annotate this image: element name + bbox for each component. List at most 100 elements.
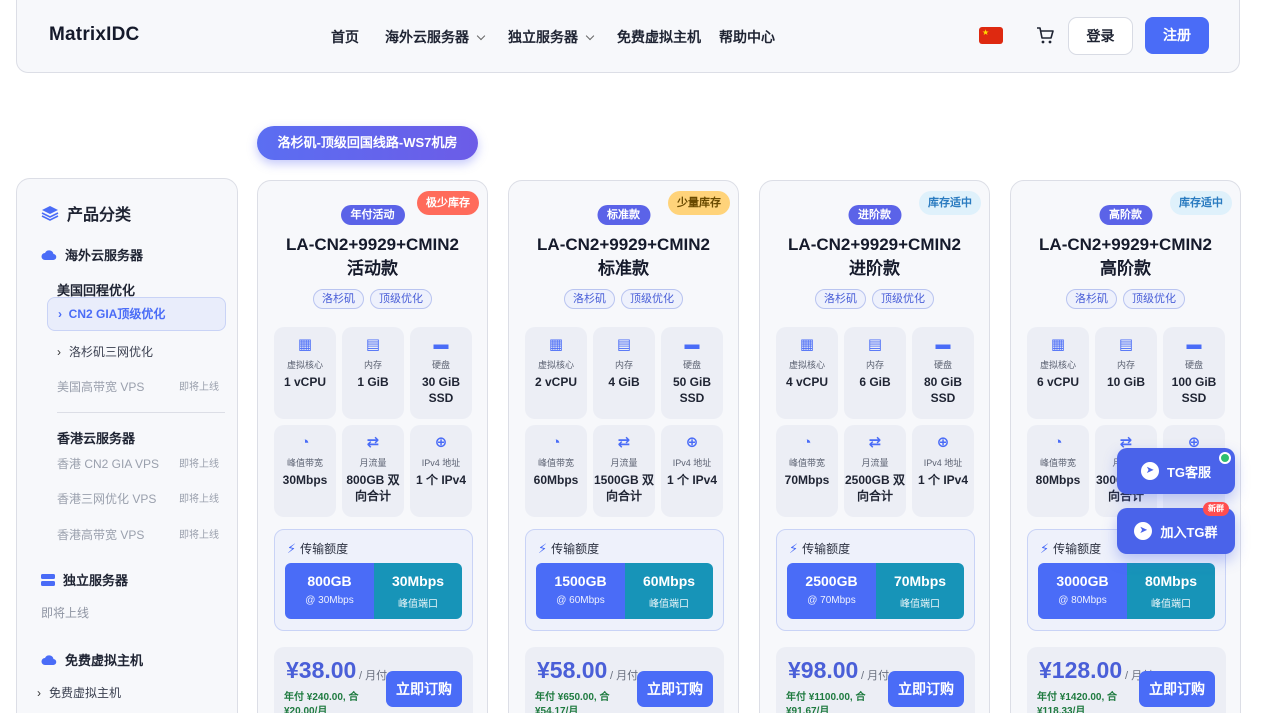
spec-value: 1 个 IPv4 [415, 473, 467, 487]
nav-overseas-cloud[interactable]: 海外云服务器 [385, 27, 486, 47]
dedicated-coming-soon: 即将上线 [41, 606, 90, 620]
spec-label: 峰值带宽 [286, 458, 323, 468]
quota-traffic: 3000GB @ 80Mbps [1038, 563, 1127, 619]
quota-title: ⚡ 传输额度 [287, 540, 348, 557]
order-now-button[interactable]: 立即订购 [637, 671, 713, 707]
register-button[interactable]: 注册 [1145, 17, 1209, 54]
spec-tile: ▤ 内存 4 GiB [593, 327, 655, 419]
quota-traffic: 2500GB @ 70Mbps [787, 563, 876, 619]
plan-name-line1: LA-CN2+9929+CMIN2 [537, 235, 710, 254]
spec-grid: ▦ 虚拟核心 2 vCPU ▤ 内存 4 GiB ▬ 硬盘 50 GiB SSD… [525, 327, 724, 517]
globe-icon: ⊕ [685, 434, 699, 451]
nav-help[interactable]: 帮助中心 [719, 27, 775, 47]
product-card: 高阶款 库存适中 LA-CN2+9929+CMIN2 高阶款 洛杉矶 顶级优化 … [1010, 180, 1241, 713]
sidebar-item-hk-3net: 香港三网优化 VPS 即将上线 [57, 490, 219, 507]
spec-tile: ▬ 硬盘 50 GiB SSD [661, 327, 723, 419]
spec-label: 虚拟核心 [537, 360, 574, 370]
monthly-price: ¥58.00 [537, 657, 608, 683]
spec-tile: ▤ 内存 6 GiB [844, 327, 906, 419]
chip-optimization: 顶级优化 [621, 289, 683, 309]
spec-value: 50 GiB SSD [672, 375, 711, 405]
layers-icon [41, 206, 59, 221]
spec-value: 30Mbps [282, 473, 328, 487]
spec-label: IPv4 地址 [672, 458, 712, 468]
spec-grid: ▦ 虚拟核心 1 vCPU ▤ 内存 1 GiB ▬ 硬盘 30 GiB SSD… [274, 327, 473, 517]
transfer-icon: ⇄ [868, 434, 882, 451]
chip-location: 洛杉矶 [815, 289, 866, 309]
quota-title: ⚡ 传输额度 [538, 540, 599, 557]
sidebar-cloud-label: 海外云服务器 [65, 248, 144, 263]
chevron-down-icon [585, 31, 595, 40]
telegram-icon: ➤ [1134, 522, 1153, 540]
price-box: ¥58.00 / 月付 年付 ¥650.00, 合 ¥54.17/月 立即订购 [525, 647, 724, 713]
chip-optimization: 顶级优化 [370, 289, 432, 309]
join-tg-group-button[interactable]: ➤ 加入TG群 新群 [1117, 502, 1235, 554]
sidebar-item-la-3net[interactable]: › 洛杉矶三网优化 [57, 343, 153, 360]
spec-value: 1 GiB [357, 375, 389, 389]
plan-tag: 高阶款 [1099, 205, 1152, 225]
spec-label: 内存 [614, 360, 633, 370]
spec-tile: ⊕ IPv4 地址 1 个 IPv4 [661, 425, 723, 517]
sidebar-dedicated-section[interactable]: 独立服务器 [41, 570, 128, 589]
sidebar-divider [57, 412, 225, 413]
spec-tile: ▬ 硬盘 80 GiB SSD [912, 327, 974, 419]
speedometer-icon: ◔ [802, 434, 812, 451]
spec-tile: ▦ 虚拟核心 6 vCPU [1027, 327, 1089, 419]
plan-name: LA-CN2+9929+CMIN2 进阶款 [760, 233, 989, 281]
chip-location: 洛杉矶 [1066, 289, 1117, 309]
location-tab[interactable]: 洛杉矶-顶级回国线路-WS7机房 [257, 126, 478, 160]
spec-value: 30 GiB SSD [421, 375, 460, 405]
chip-location: 洛杉矶 [564, 289, 615, 309]
disk-icon: ▬ [684, 336, 700, 353]
order-now-button[interactable]: 立即订购 [888, 671, 964, 707]
nav-dedicated[interactable]: 独立服务器 [508, 27, 595, 47]
nav-home-label: 首页 [331, 29, 359, 45]
order-now-button[interactable]: 立即订购 [1139, 671, 1215, 707]
price-box: ¥98.00 / 月付 年付 ¥1100.00, 合 ¥91.67/月 立即订购 [776, 647, 975, 713]
quota-title-label: 传输额度 [1053, 542, 1102, 556]
yearly-price: 年付 ¥1100.00, 合 ¥91.67/月 [786, 692, 866, 713]
quota-traffic-sub: @ 70Mbps [807, 595, 856, 606]
plan-name: LA-CN2+9929+CMIN2 标准款 [509, 233, 738, 281]
spec-value: 1500GB 双向合计 [593, 473, 655, 503]
sidebar-item-cn2-gia[interactable]: › CN2 GIA顶级优化 [47, 297, 226, 331]
quota-traffic-sub: @ 80Mbps [1058, 595, 1107, 606]
quota-traffic: 800GB @ 30Mbps [285, 563, 374, 619]
spec-value: 10 GiB [1106, 375, 1145, 389]
spec-tile: ▬ 硬盘 100 GiB SSD [1163, 327, 1225, 419]
quota-traffic-value: 3000GB [1056, 573, 1109, 589]
order-now-button[interactable]: 立即订购 [386, 671, 462, 707]
spec-tile: ▦ 虚拟核心 4 vCPU [776, 327, 838, 419]
nav-help-label: 帮助中心 [719, 29, 775, 45]
login-button[interactable]: 登录 [1068, 17, 1133, 55]
stock-badge: 少量库存 [668, 191, 730, 215]
lightning-icon: ⚡ [287, 540, 297, 556]
spec-label: IPv4 地址 [421, 458, 461, 468]
chevron-down-icon [476, 31, 486, 40]
sidebar-cloud-section[interactable]: 海外云服务器 [41, 245, 143, 264]
sidebar-item-free-hosting[interactable]: › 免费虚拟主机 [37, 684, 121, 701]
nav-home[interactable]: 首页 [331, 27, 359, 47]
plan-name-line2: 标准款 [598, 259, 649, 278]
sidebar-free-section[interactable]: 免费虚拟主机 [41, 650, 143, 669]
quota-title: ⚡ 传输额度 [789, 540, 850, 557]
spec-value: 1 个 IPv4 [666, 473, 718, 487]
plan-name-line1: LA-CN2+9929+CMIN2 [788, 235, 961, 254]
site-logo[interactable]: MatrixIDC [49, 24, 139, 46]
china-flag-icon[interactable] [979, 27, 1003, 44]
spec-label: 硬盘 [933, 360, 952, 370]
transfer-quota: ⚡ 传输额度 2500GB @ 70Mbps 70Mbps 峰值端口 [776, 529, 975, 631]
spec-value: 1 个 IPv4 [917, 473, 969, 487]
plan-name-line2: 进阶款 [849, 259, 900, 278]
plan-name-line1: LA-CN2+9929+CMIN2 [1039, 235, 1212, 254]
quota-traffic-value: 1500GB [554, 573, 607, 589]
chevron-right-icon: › [57, 344, 61, 359]
tg-support-button[interactable]: ➤ TG客服 [1117, 448, 1235, 494]
nav-free-hosting[interactable]: 免费虚拟主机 [617, 27, 701, 47]
category-sidebar: 产品分类 海外云服务器 美国回程优化 › CN2 GIA顶级优化 › 洛杉矶三网优… [16, 178, 238, 713]
quota-traffic: 1500GB @ 60Mbps [536, 563, 625, 619]
spec-label: 虚拟核心 [1039, 360, 1076, 370]
quota-traffic-sub: @ 30Mbps [305, 595, 354, 606]
cart-icon[interactable] [1035, 25, 1055, 45]
speedometer-icon: ◔ [300, 434, 310, 451]
